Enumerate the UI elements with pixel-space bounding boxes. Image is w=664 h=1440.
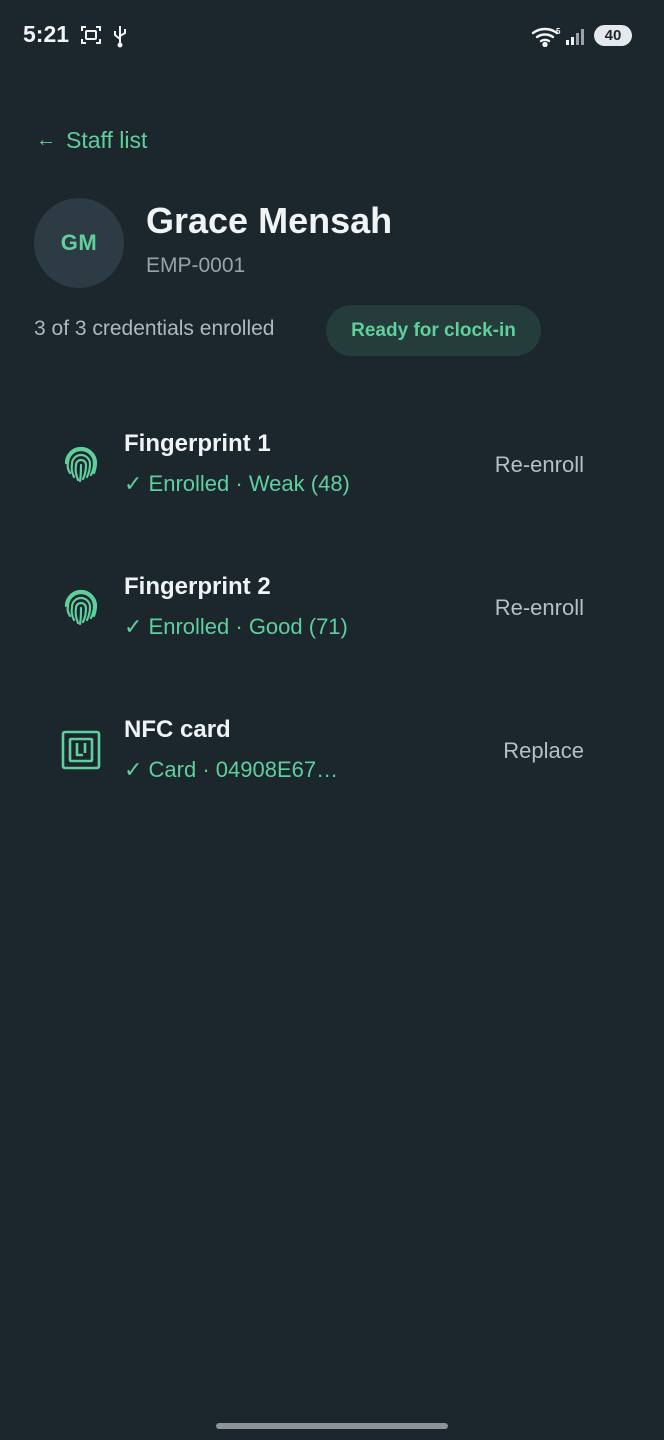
svg-text:5: 5 [556, 27, 561, 36]
credential-status: ✓ Enrolled · Good (71) [124, 614, 348, 639]
credential-status: ✓ Card · 04908E67… [124, 757, 339, 782]
status-badge: Ready for clock-in [326, 305, 541, 356]
fingerprint-icon [60, 443, 102, 485]
credential-title: Fingerprint 2 [124, 573, 271, 600]
credential-row-fingerprint-1: Fingerprint 1 ✓ Enrolled · Weak (48) Re-… [0, 415, 664, 515]
signal-icon [566, 27, 588, 50]
back-to-staff-list[interactable]: ← Staff list [36, 127, 147, 153]
nfc-icon [60, 729, 102, 771]
avatar: GM [34, 198, 124, 288]
re-enroll-button[interactable]: Re-enroll [495, 595, 584, 621]
employee-id: EMP-0001 [146, 254, 246, 277]
credential-status: ✓ Enrolled · Weak (48) [124, 471, 350, 496]
fingerprint-icon [60, 586, 102, 628]
credential-row-fingerprint-2: Fingerprint 2 ✓ Enrolled · Good (71) Re-… [0, 558, 664, 658]
employee-name: Grace Mensah [146, 200, 393, 241]
credentials-summary: 3 of 3 credentials enrolled [34, 317, 275, 340]
credential-title: NFC card [124, 716, 231, 743]
screenshot-icon [80, 24, 102, 51]
credential-row-nfc-card: NFC card ✓ Card · 04908E67… Replace [0, 701, 664, 801]
home-indicator[interactable] [216, 1423, 448, 1429]
replace-button[interactable]: Replace [503, 738, 584, 764]
wifi-icon: 5 [531, 25, 563, 52]
status-bar: 5:21 5 40 [0, 0, 664, 72]
status-time: 5:21 [23, 21, 70, 47]
battery-icon: 40 [594, 25, 632, 46]
staff-detail-screen: 5:21 5 40 ← Staff list GM Grace Mensah E… [0, 0, 664, 1440]
back-link-label: Staff list [66, 127, 148, 153]
re-enroll-button[interactable]: Re-enroll [495, 452, 584, 478]
credential-title: Fingerprint 1 [124, 430, 271, 457]
usb-icon [111, 24, 129, 53]
back-arrow-icon: ← [36, 129, 56, 151]
